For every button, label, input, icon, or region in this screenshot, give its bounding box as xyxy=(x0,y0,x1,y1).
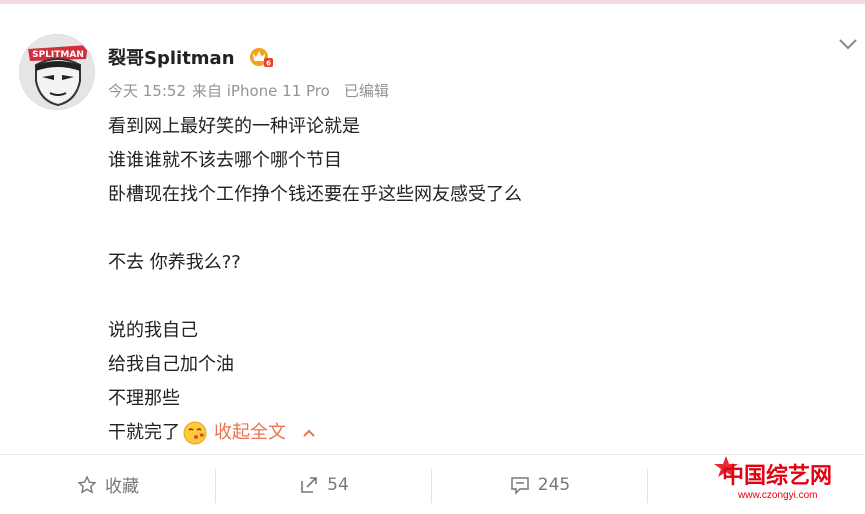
post-source: 来自 iPhone 11 Pro xyxy=(192,82,330,100)
content-line: 看到网上最好笑的一种评论就是 xyxy=(108,116,360,137)
edited-indicator[interactable]: 已编辑 xyxy=(344,80,389,101)
post-content: 看到网上最好笑的一种评论就是 谁谁谁就不该去哪个哪个节目 卧槽现在找个工作挣个钱… xyxy=(108,110,808,450)
content-last-line: 干就完了 收起全文 xyxy=(108,416,808,450)
content-line: 不理那些 xyxy=(108,388,180,409)
kiss-emoji-icon xyxy=(183,421,207,445)
watermark-url: www.czongyi.com xyxy=(738,490,818,501)
comment-count: 245 xyxy=(537,474,571,495)
favorite-label: 收藏 xyxy=(105,477,139,497)
post-timestamp[interactable]: 今天 15:52 xyxy=(108,80,186,101)
post-meta: 今天 15:52 来自 iPhone 11 Pro 已编辑 xyxy=(108,80,389,101)
content-line: 给我自己加个油 xyxy=(108,354,234,375)
watermark-main-text: 中国综艺网 xyxy=(722,464,833,489)
favorite-button[interactable]: 收藏 xyxy=(0,455,216,514)
content-line: 说的我自己 xyxy=(108,320,198,341)
chevron-up-icon xyxy=(303,429,315,437)
comment-icon xyxy=(511,476,529,495)
comment-button[interactable]: 245 xyxy=(432,455,648,514)
share-icon xyxy=(301,476,317,493)
content-blank-line xyxy=(108,280,808,314)
collapse-label: 收起全文 xyxy=(214,422,286,443)
chevron-down-icon[interactable] xyxy=(836,34,860,54)
svg-text:6: 6 xyxy=(266,60,271,68)
content-line: 干就完了 xyxy=(108,422,180,443)
content-line: 卧槽现在找个工作挣个钱还要在乎这些网友感受了么 xyxy=(108,184,522,205)
content-line: 谁谁谁就不该去哪个哪个节目 xyxy=(108,150,342,171)
repost-button[interactable]: 54 xyxy=(216,455,432,514)
vip-crown-icon[interactable]: 6 xyxy=(248,46,274,68)
avatar[interactable]: SPLITMAN xyxy=(19,34,95,110)
collapse-full-text-link[interactable]: 收起全文 xyxy=(214,416,316,450)
author-name[interactable]: 裂哥Splitman xyxy=(108,44,235,70)
site-watermark: 中国综艺网 www.czongyi.com xyxy=(712,450,862,508)
star-icon xyxy=(77,474,97,494)
avatar-image: SPLITMAN xyxy=(20,35,94,109)
weibo-post-card: SPLITMAN 裂哥Splitman 6 今天 15:52 来自 iPhone… xyxy=(0,4,865,514)
content-blank-line xyxy=(108,212,808,246)
repost-count: 54 xyxy=(327,474,349,495)
content-line: 不去 你养我么?? xyxy=(108,252,241,273)
